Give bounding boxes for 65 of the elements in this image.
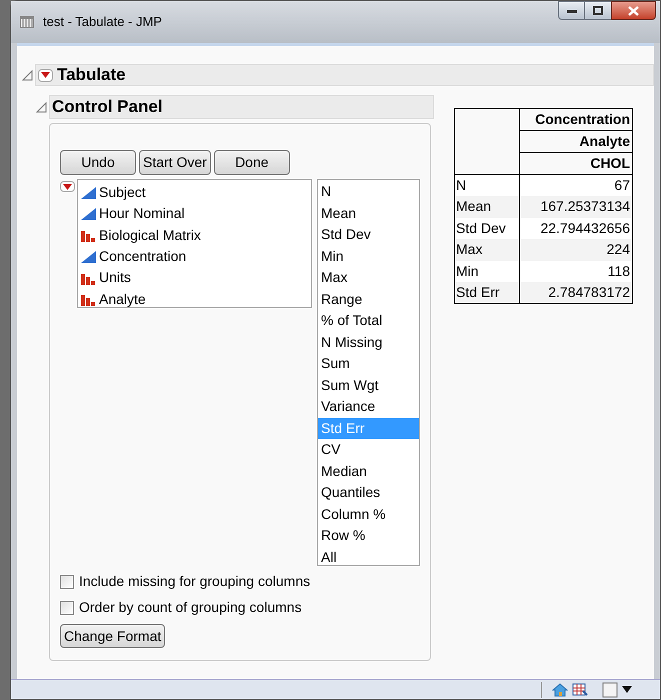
- variable-name[interactable]: Concentration: [99, 246, 186, 268]
- statistic-item[interactable]: Variance: [318, 396, 419, 418]
- maximize-icon: [593, 6, 603, 15]
- minimize-icon: [566, 8, 576, 12]
- variable-name[interactable]: Subject: [99, 182, 146, 204]
- statistic-item[interactable]: Std Dev: [318, 224, 419, 246]
- bar-chart-icon: [80, 228, 97, 242]
- close-button[interactable]: [611, 1, 656, 20]
- menu-button[interactable]: [60, 181, 75, 192]
- home-icon[interactable]: [552, 682, 568, 698]
- statistic-item[interactable]: Median: [318, 460, 419, 482]
- table-cell: 167.25373134: [520, 196, 632, 218]
- statistic-item[interactable]: N: [318, 181, 419, 202]
- toolbar-button[interactable]: Done: [214, 150, 290, 175]
- statistic-item[interactable]: All: [318, 546, 419, 568]
- statistic-item[interactable]: Sum: [318, 353, 419, 374]
- panel-title: Control Panel: [52, 96, 163, 118]
- variable-name[interactable]: Units: [99, 267, 131, 288]
- checkbox[interactable]: [60, 600, 74, 614]
- close-icon: [628, 6, 639, 16]
- app-icon: [19, 14, 35, 30]
- statistic-item[interactable]: Max: [318, 267, 419, 288]
- bar-chart-icon: [80, 292, 97, 306]
- column-header: Analyte: [520, 130, 632, 152]
- dropdown-arrow-icon: [40, 72, 50, 78]
- statistic-item[interactable]: Sum Wgt: [318, 374, 419, 396]
- column-header: Concentration: [520, 108, 632, 130]
- change-format-button[interactable]: Change Format: [60, 624, 166, 648]
- row-label: Std Err: [454, 282, 520, 304]
- continuous-icon: [80, 206, 97, 221]
- statistic-item[interactable]: Range: [318, 288, 419, 310]
- statistic-item[interactable]: CV: [318, 439, 419, 460]
- menu-button[interactable]: [38, 68, 53, 82]
- table-cell: 2.784783172: [520, 282, 632, 304]
- statistic-item[interactable]: % of Total: [318, 310, 419, 332]
- checkbox-label: Include missing for grouping columns: [79, 572, 310, 591]
- checkbox-label: Order by count of grouping columns: [79, 598, 302, 617]
- disclosure-icon[interactable]: [35, 101, 47, 113]
- disclosure-icon[interactable]: [21, 69, 33, 81]
- statistic-item[interactable]: Quantiles: [318, 482, 419, 504]
- maximize-button[interactable]: [585, 1, 611, 20]
- statistic-item[interactable]: Mean: [318, 202, 419, 224]
- table-icon[interactable]: [572, 682, 588, 698]
- continuous-icon: [80, 186, 97, 200]
- checkbox-icon[interactable]: [602, 682, 618, 698]
- dropdown-arrow-icon[interactable]: [622, 686, 632, 694]
- variable-name[interactable]: Analyte: [99, 288, 146, 310]
- statistic-item[interactable]: Column %: [318, 504, 419, 525]
- minimize-button[interactable]: [558, 1, 585, 20]
- checkbox[interactable]: [60, 574, 74, 588]
- toolbar-button[interactable]: Undo: [60, 150, 136, 175]
- dropdown-arrow-icon: [63, 184, 72, 190]
- window-title: test - Tabulate - JMP: [43, 13, 162, 32]
- statistic-item[interactable]: Min: [318, 246, 419, 267]
- table-cell: 118: [520, 260, 632, 282]
- statistic-item[interactable]: N Missing: [318, 332, 419, 353]
- table-cell: 22.794432656: [520, 218, 632, 239]
- report-title: Tabulate: [56, 64, 126, 86]
- table-cell: 224: [520, 239, 632, 260]
- variable-name[interactable]: Hour Nominal: [99, 203, 185, 224]
- toolbar-button[interactable]: Start Over: [139, 150, 211, 175]
- variable-name[interactable]: Biological Matrix: [99, 224, 201, 246]
- statistic-item[interactable]: Row %: [318, 525, 419, 546]
- continuous-icon: [80, 250, 97, 264]
- table-cell: 67: [520, 174, 632, 196]
